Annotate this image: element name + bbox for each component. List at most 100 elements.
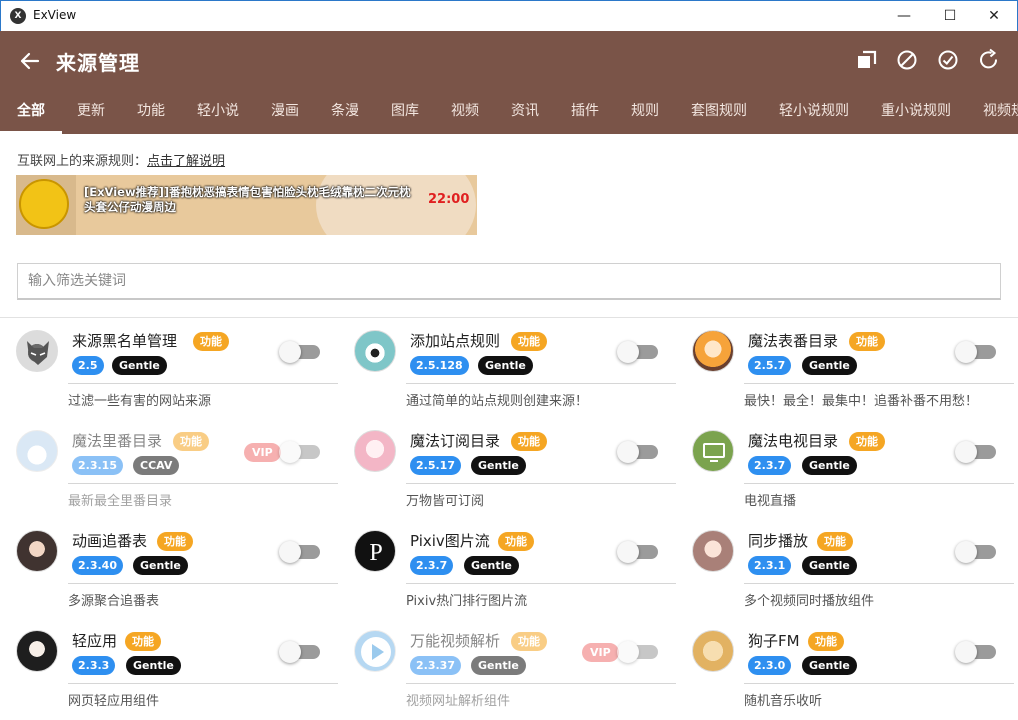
- enable-toggle[interactable]: [955, 341, 996, 363]
- enable-toggle[interactable]: [279, 341, 320, 363]
- open-window-icon[interactable]: [854, 47, 880, 73]
- source-name: 动画追番表: [72, 532, 148, 550]
- tab-features[interactable]: 功能: [137, 93, 165, 133]
- source-name: 同步播放: [748, 532, 809, 550]
- maximize-icon[interactable]: ☐: [927, 1, 973, 31]
- feature-badge: 功能: [157, 532, 193, 551]
- help-link[interactable]: 点击了解说明: [147, 154, 225, 169]
- close-icon[interactable]: ✕: [971, 1, 1017, 31]
- source-card[interactable]: 万能视频解析 功能 2.3.37 Gentle VIP 视频网址解析组件: [354, 620, 684, 720]
- tab-light-novel[interactable]: 轻小说: [197, 93, 239, 133]
- license-badge: Gentle: [478, 356, 533, 375]
- tab-light-novel-rules[interactable]: 轻小说规则: [779, 93, 849, 133]
- vip-badge: VIP: [244, 443, 281, 462]
- tab-heavy-novel-rules[interactable]: 重小说规则: [881, 93, 951, 133]
- enable-toggle[interactable]: [955, 641, 996, 663]
- card-divider: [68, 383, 338, 384]
- source-card[interactable]: P Pixiv图片流 功能 2.3.7 Gentle Pixiv热门排行图片流: [354, 520, 684, 620]
- enable-toggle[interactable]: [955, 441, 996, 463]
- source-card[interactable]: 来源黑名单管理 功能 2.5 Gentle 过滤一些有害的网站来源: [16, 320, 346, 420]
- back-arrow-icon[interactable]: [16, 47, 44, 75]
- card-divider: [406, 683, 676, 684]
- tab-video-rules[interactable]: 视频规: [983, 93, 1018, 133]
- license-badge: Gentle: [471, 656, 526, 675]
- tab-webtoons[interactable]: 条漫: [331, 93, 359, 133]
- smiley-pillow-image: [19, 179, 69, 229]
- filter-input[interactable]: [17, 263, 1001, 300]
- enable-toggle[interactable]: [279, 541, 320, 563]
- source-card[interactable]: 同步播放 功能 2.3.1 Gentle 多个视频同时播放组件: [692, 520, 1018, 620]
- source-name: 魔法订阅目录: [410, 432, 501, 450]
- enable-toggle[interactable]: [617, 341, 658, 363]
- enable-toggle[interactable]: [955, 541, 996, 563]
- tab-plugins[interactable]: 插件: [571, 93, 599, 133]
- card-divider: [744, 383, 1014, 384]
- tab-all[interactable]: 全部: [17, 93, 45, 133]
- enable-toggle[interactable]: [279, 641, 320, 663]
- version-badge: 2.3.15: [72, 456, 123, 475]
- refresh-icon[interactable]: [976, 47, 1002, 73]
- source-card[interactable]: 魔法订阅目录 功能 2.5.17 Gentle 万物皆可订阅: [354, 420, 684, 520]
- card-divider: [68, 583, 338, 584]
- block-icon[interactable]: [894, 47, 920, 73]
- license-badge: CCAV: [133, 456, 180, 475]
- feature-badge: 功能: [849, 432, 885, 451]
- tab-rules[interactable]: 规则: [631, 93, 659, 133]
- active-tab-indicator: [0, 131, 62, 134]
- tab-album-rules[interactable]: 套图规则: [691, 93, 747, 133]
- card-divider: [744, 683, 1014, 684]
- enable-toggle[interactable]: [279, 441, 320, 463]
- version-badge: 2.3.1: [748, 556, 792, 575]
- enable-toggle[interactable]: [617, 641, 658, 663]
- source-name: 魔法里番目录: [72, 432, 163, 450]
- promo-banner[interactable]: [ExView推荐]]番抱枕恶搞表情包害怕脸头枕毛绒靠枕二次元枕头套公仔动漫周边…: [16, 175, 477, 235]
- card-divider: [68, 683, 338, 684]
- source-card[interactable]: 魔法里番目录 功能 2.3.15 CCAV VIP 最新最全里番目录: [16, 420, 346, 520]
- source-name: 魔法电视目录: [748, 432, 839, 450]
- source-card[interactable]: 狗子FM 功能 2.3.0 Gentle 随机音乐收听: [692, 620, 1018, 720]
- tab-updates[interactable]: 更新: [77, 93, 105, 133]
- source-card[interactable]: 轻应用 功能 2.3.3 Gentle 网页轻应用组件: [16, 620, 346, 720]
- tab-gallery[interactable]: 图库: [391, 93, 419, 133]
- card-divider: [68, 483, 338, 484]
- version-badge: 2.3.0: [748, 656, 792, 675]
- license-badge: Gentle: [471, 456, 526, 475]
- enable-toggle[interactable]: [617, 541, 658, 563]
- license-badge: Gentle: [802, 356, 857, 375]
- vip-badge: VIP: [582, 643, 619, 662]
- source-description: Pixiv热门排行图片流: [406, 594, 528, 609]
- source-description: 电视直播: [744, 494, 797, 509]
- source-card[interactable]: 添加站点规则 功能 2.5.128 Gentle 通过简单的站点规则创建来源！: [354, 320, 684, 420]
- version-badge: 2.5: [72, 356, 104, 375]
- source-card[interactable]: 动画追番表 功能 2.3.40 Gentle 多源聚合追番表: [16, 520, 346, 620]
- license-badge: Gentle: [464, 556, 519, 575]
- anime-girl-avatar-icon: [692, 330, 734, 372]
- version-badge: 2.3.7: [748, 456, 792, 475]
- minimize-icon[interactable]: —: [881, 1, 927, 31]
- list-divider: [0, 317, 1018, 318]
- pink-girl-avatar-icon: [354, 430, 396, 472]
- tv-avatar-icon: [692, 430, 734, 472]
- banner-text: [ExView推荐]]番抱枕恶搞表情包害怕脸头枕毛绒靠枕二次元枕头套公仔动漫周边: [84, 185, 411, 214]
- source-description: 多源聚合追番表: [68, 594, 160, 609]
- check-circle-icon[interactable]: [935, 47, 961, 73]
- feature-badge: 功能: [511, 332, 547, 351]
- license-badge: Gentle: [126, 656, 181, 675]
- license-badge: Gentle: [802, 556, 857, 575]
- tab-comics[interactable]: 漫画: [271, 93, 299, 133]
- intro-line: 互联网上的来源规则：点击了解说明: [17, 150, 225, 169]
- pixiv-avatar-icon: P: [354, 530, 396, 572]
- tab-news[interactable]: 资讯: [511, 93, 539, 133]
- source-card[interactable]: 魔法电视目录 功能 2.3.7 Gentle 电视直播: [692, 420, 1018, 520]
- source-card[interactable]: 魔法表番目录 功能 2.5.7 Gentle 最快！最全！最集中！追番补番不用愁！: [692, 320, 1018, 420]
- enable-toggle[interactable]: [617, 441, 658, 463]
- feature-badge: 功能: [808, 632, 844, 651]
- source-name: 添加站点规则: [410, 332, 501, 350]
- source-name: 轻应用: [72, 632, 118, 650]
- tab-videos[interactable]: 视频: [451, 93, 479, 133]
- app-bar: 来源管理 全部 更新 功能 轻小说 漫画 条漫 图库 视频 资讯 插件 规则 套…: [0, 31, 1018, 134]
- source-name: 狗子FM: [748, 632, 800, 650]
- feature-badge: 功能: [849, 332, 885, 351]
- shoe-avatar-icon: [16, 430, 58, 472]
- feature-badge: 功能: [125, 632, 161, 651]
